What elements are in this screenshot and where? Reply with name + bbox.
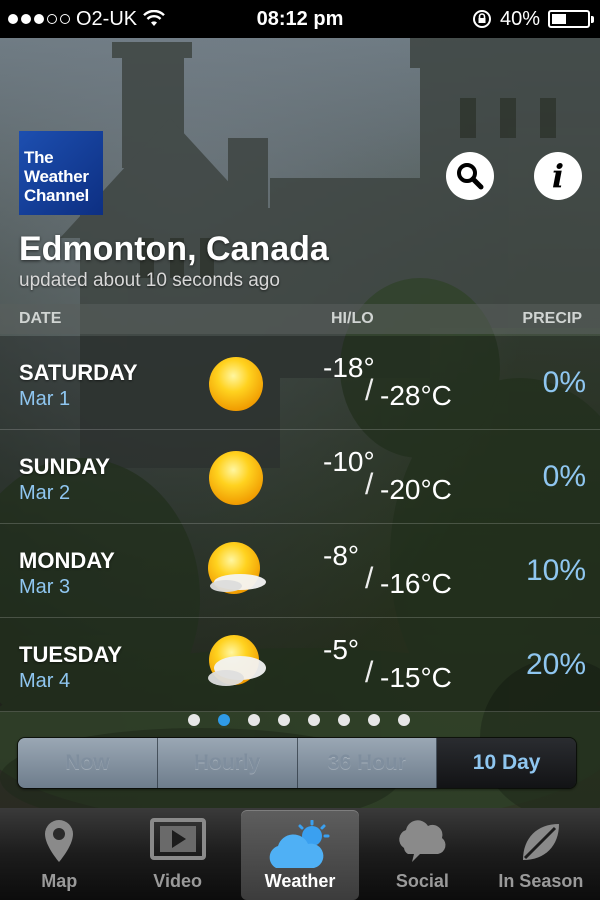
low-temp: -28°C xyxy=(380,380,452,411)
weather-icon xyxy=(269,820,330,868)
map-pin-icon xyxy=(45,820,74,862)
column-date: DATE xyxy=(19,310,62,327)
last-updated: updated about 10 seconds ago xyxy=(19,270,280,291)
status-bar: O2-UK 08:12 pm 40% xyxy=(0,0,600,38)
tab-label: In Season xyxy=(498,871,584,891)
tab-bar: Map Video Weather Social In Season xyxy=(0,808,600,900)
low-temp: -15°C xyxy=(380,662,452,693)
page-indicator[interactable] xyxy=(188,714,410,726)
low-temp: -20°C xyxy=(380,474,452,505)
video-icon xyxy=(149,818,206,860)
temp-separator: / xyxy=(365,562,374,595)
forecast-range-segmented-control[interactable]: Now Hourly 36 Hour 10 Day xyxy=(17,737,577,789)
tab-social[interactable]: Social xyxy=(363,808,481,900)
precip-chance: 0% xyxy=(542,460,586,493)
segment-36-hour[interactable]: 36 Hour xyxy=(297,738,438,788)
sun-icon xyxy=(209,357,263,411)
high-temp: -8° xyxy=(323,540,360,571)
page-dot[interactable] xyxy=(188,714,200,726)
page-dot[interactable] xyxy=(308,714,320,726)
search-icon xyxy=(457,163,484,190)
sun-cloud-icon xyxy=(208,635,266,686)
forecast-row[interactable]: MONDAY Mar 3 -8° / -16°C 10% xyxy=(0,524,600,618)
info-button[interactable]: i xyxy=(534,152,582,200)
page-dot[interactable] xyxy=(218,714,230,726)
tab-in-season[interactable]: In Season xyxy=(482,808,600,900)
page-dot[interactable] xyxy=(398,714,410,726)
forecast-row[interactable]: SUNDAY Mar 2 -10° / -20°C 0% xyxy=(0,430,600,524)
low-temp: -16°C xyxy=(380,568,452,599)
tab-video[interactable]: Video xyxy=(118,808,236,900)
battery-percent: 40% xyxy=(499,7,540,30)
day-date: Mar 1 xyxy=(19,388,71,410)
segment-now[interactable]: Now xyxy=(18,738,158,788)
page-dot[interactable] xyxy=(368,714,380,726)
day-name: SUNDAY xyxy=(19,454,110,479)
tab-label: Map xyxy=(41,871,78,891)
rotation-lock-icon xyxy=(472,10,491,28)
tab-map[interactable]: Map xyxy=(0,808,118,900)
location-title: Edmonton, Canada xyxy=(19,230,329,268)
day-name: MONDAY xyxy=(19,548,115,573)
precip-chance: 0% xyxy=(542,366,586,399)
battery-icon xyxy=(548,10,594,28)
tab-label: Weather xyxy=(264,871,336,891)
segment-hourly[interactable]: Hourly xyxy=(157,738,298,788)
precip-chance: 10% xyxy=(525,554,586,587)
search-button[interactable] xyxy=(446,152,494,200)
high-temp: -5° xyxy=(323,634,360,665)
page-dot[interactable] xyxy=(278,714,290,726)
social-icon xyxy=(399,820,446,862)
forecast-row[interactable]: SATURDAY Mar 1 -18° / -28°C 0% xyxy=(0,336,600,430)
day-date: Mar 2 xyxy=(19,482,71,504)
day-date: Mar 3 xyxy=(19,576,71,598)
column-precip: PRECIP xyxy=(522,310,582,327)
weather-channel-logo[interactable]: The Weather Channel xyxy=(19,131,103,215)
page-dot[interactable] xyxy=(248,714,260,726)
forecast-column-header: DATE HI/LO PRECIP xyxy=(0,304,600,334)
temp-separator: / xyxy=(365,656,374,689)
segment-10-day[interactable]: 10 Day xyxy=(437,738,576,788)
forecast-row[interactable]: TUESDAY Mar 4 -5° / -15°C 20% xyxy=(0,618,600,712)
tab-label: Video xyxy=(153,871,202,891)
day-name: SATURDAY xyxy=(19,360,138,385)
sun-icon xyxy=(209,451,263,505)
tab-weather[interactable]: Weather xyxy=(240,810,360,900)
day-name: TUESDAY xyxy=(19,642,123,667)
temp-separator: / xyxy=(365,374,374,407)
page-dot[interactable] xyxy=(338,714,350,726)
day-date: Mar 4 xyxy=(19,670,71,692)
info-icon: i xyxy=(551,157,565,195)
column-hilo: HI/LO xyxy=(331,310,374,327)
status-right: 40% xyxy=(472,0,594,38)
precip-chance: 20% xyxy=(525,648,586,681)
leaf-icon xyxy=(522,824,559,860)
tab-label: Social xyxy=(395,871,449,891)
sun-cloud-icon xyxy=(208,542,266,594)
temp-separator: / xyxy=(365,468,374,501)
